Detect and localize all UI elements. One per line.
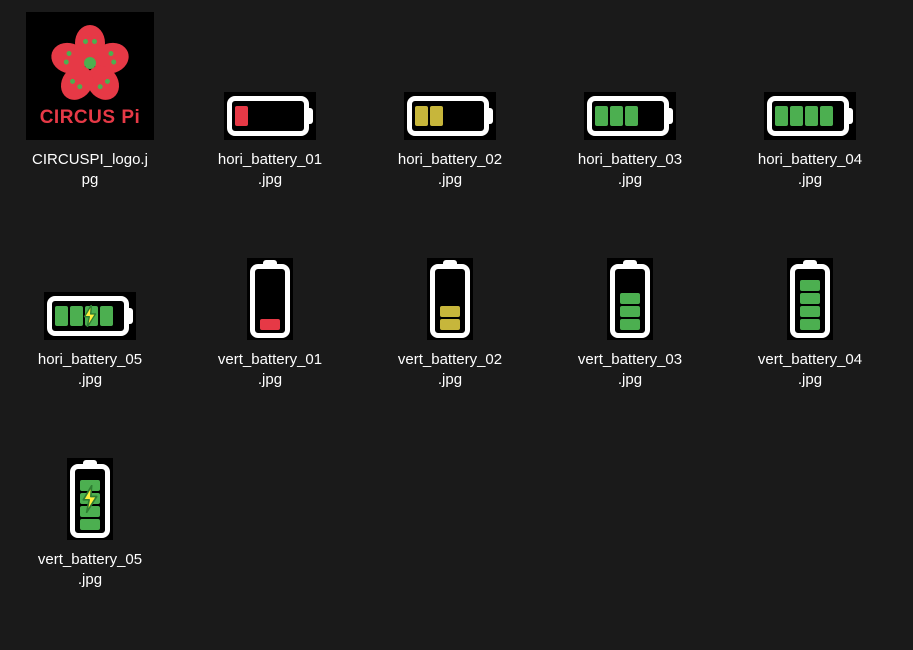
file-thumbnail (67, 410, 113, 540)
file-label: hori_battery_01 .jpg (218, 150, 322, 191)
file-item[interactable]: hori_battery_02 .jpg (360, 10, 540, 210)
logo-text: CIRCUS Pi (40, 107, 141, 129)
file-thumbnail (247, 210, 293, 340)
file-thumbnail (787, 210, 833, 340)
file-thumbnail (607, 210, 653, 340)
file-item[interactable]: CIRCUS Pi CIRCUSPI_logo.j pg (0, 10, 180, 210)
file-thumbnail (764, 10, 856, 140)
file-label: vert_battery_03 .jpg (578, 350, 682, 391)
file-thumbnail (584, 10, 676, 140)
file-item[interactable]: vert_battery_01 .jpg (180, 210, 360, 410)
file-label: hori_battery_04 .jpg (758, 150, 862, 191)
file-thumbnail: CIRCUS Pi (26, 10, 154, 140)
file-thumbnail (404, 10, 496, 140)
file-thumbnail (44, 210, 136, 340)
battery-vertical-icon (607, 258, 653, 340)
battery-vertical-icon (427, 258, 473, 340)
file-item[interactable]: vert_battery_03 .jpg (540, 210, 720, 410)
file-label: hori_battery_03 .jpg (578, 150, 682, 191)
file-label: hori_battery_05 .jpg (38, 350, 142, 391)
file-item[interactable]: vert_battery_02 .jpg (360, 210, 540, 410)
flower-icon (50, 23, 130, 103)
battery-horizontal-icon (44, 292, 136, 340)
file-item[interactable]: hori_battery_03 .jpg (540, 10, 720, 210)
battery-horizontal-icon (584, 92, 676, 140)
file-item[interactable]: hori_battery_01 .jpg (180, 10, 360, 210)
file-thumbnail (427, 210, 473, 340)
logo-thumbnail: CIRCUS Pi (26, 12, 154, 140)
battery-horizontal-icon (404, 92, 496, 140)
file-label: vert_battery_04 .jpg (758, 350, 862, 391)
file-thumbnail (224, 10, 316, 140)
file-label: hori_battery_02 .jpg (398, 150, 502, 191)
file-item[interactable]: vert_battery_04 .jpg (720, 210, 900, 410)
battery-vertical-icon (67, 458, 113, 540)
battery-horizontal-icon (764, 92, 856, 140)
file-label: CIRCUSPI_logo.j pg (32, 150, 148, 191)
battery-horizontal-icon (224, 92, 316, 140)
battery-vertical-icon (247, 258, 293, 340)
file-label: vert_battery_02 .jpg (398, 350, 502, 391)
file-label: vert_battery_01 .jpg (218, 350, 322, 391)
file-label: vert_battery_05 .jpg (38, 550, 142, 591)
file-item[interactable]: hori_battery_05 .jpg (0, 210, 180, 410)
file-item[interactable]: hori_battery_04 .jpg (720, 10, 900, 210)
file-grid: CIRCUS Pi CIRCUSPI_logo.j pg hori_batter… (0, 0, 913, 610)
battery-vertical-icon (787, 258, 833, 340)
file-item[interactable]: vert_battery_05 .jpg (0, 410, 180, 610)
